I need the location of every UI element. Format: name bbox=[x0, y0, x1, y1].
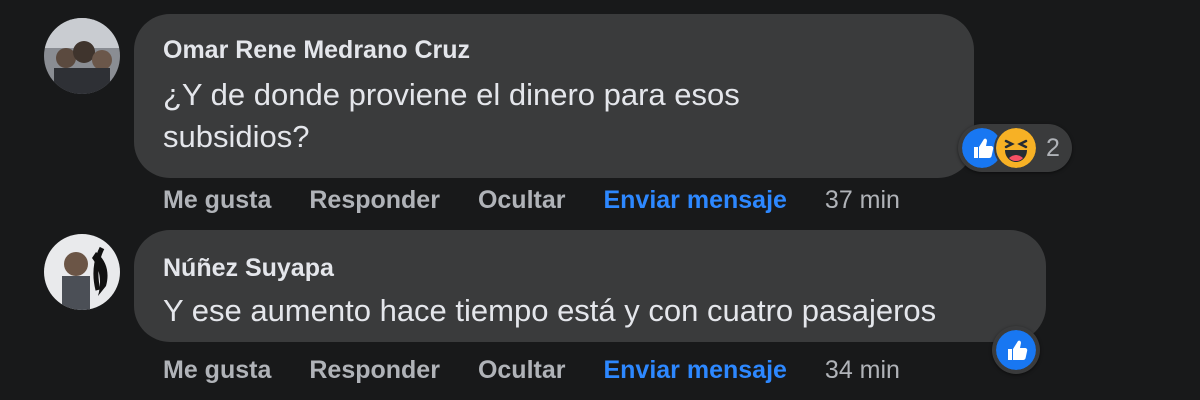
comment-actions: Me gusta Responder Ocultar Enviar mensaj… bbox=[163, 356, 900, 385]
comment-text: ¿Y de donde proviene el dinero para esos… bbox=[163, 74, 740, 158]
comment-author[interactable]: Omar Rene Medrano Cruz bbox=[163, 36, 470, 65]
comment-text: Y ese aumento hace tiempo está y con cua… bbox=[163, 290, 936, 332]
reply-button[interactable]: Responder bbox=[309, 356, 440, 385]
comment-author[interactable]: Núñez Suyapa bbox=[163, 254, 334, 283]
avatar[interactable] bbox=[44, 18, 120, 94]
hide-button[interactable]: Ocultar bbox=[478, 186, 566, 215]
comment-text-line: subsidios? bbox=[163, 119, 310, 154]
comment-text-line: Y ese aumento hace tiempo está y con cua… bbox=[163, 293, 937, 328]
comment-actions: Me gusta Responder Ocultar Enviar mensaj… bbox=[163, 186, 900, 215]
avatar[interactable] bbox=[44, 234, 120, 310]
haha-icon bbox=[994, 126, 1038, 170]
send-message-button[interactable]: Enviar mensaje bbox=[603, 186, 786, 215]
like-icon bbox=[994, 328, 1038, 372]
comment-timestamp[interactable]: 34 min bbox=[825, 356, 900, 385]
comment-timestamp[interactable]: 37 min bbox=[825, 186, 900, 215]
reaction-summary[interactable]: 2 bbox=[958, 124, 1072, 172]
reaction-summary[interactable] bbox=[992, 326, 1040, 374]
send-message-button[interactable]: Enviar mensaje bbox=[603, 356, 786, 385]
like-button[interactable]: Me gusta bbox=[163, 186, 271, 215]
reaction-count: 2 bbox=[1046, 133, 1060, 162]
like-button[interactable]: Me gusta bbox=[163, 356, 271, 385]
reply-button[interactable]: Responder bbox=[309, 186, 440, 215]
comment-text-line: ¿Y de donde proviene el dinero para esos bbox=[163, 77, 740, 112]
hide-button[interactable]: Ocultar bbox=[478, 356, 566, 385]
